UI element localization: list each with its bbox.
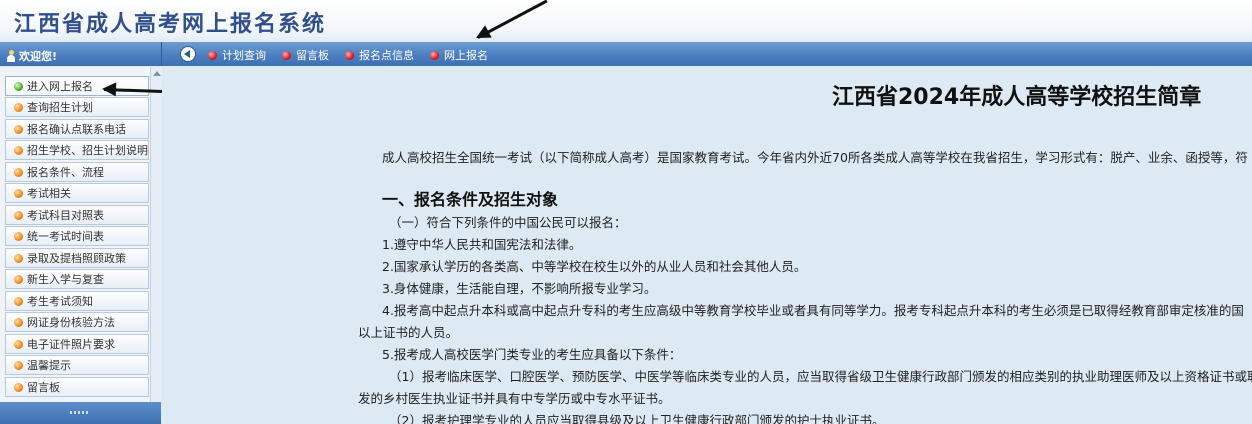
red-dot-icon — [208, 50, 217, 60]
sidebar-item-label: 考试科目对照表 — [27, 209, 104, 222]
orange-dot-icon — [14, 188, 23, 198]
scroll-up-icon[interactable] — [153, 71, 161, 76]
text-line: （一）符合下列条件的中国公民可以报名： — [389, 215, 627, 230]
sidebar-item-conditions[interactable]: 报名条件、流程 — [5, 162, 149, 182]
nav-label: 网上报名 — [444, 49, 488, 62]
orange-dot-icon — [14, 360, 23, 370]
nav-label: 留言板 — [296, 49, 329, 62]
nav-label: 报名点信息 — [359, 49, 414, 62]
text-line: 发的乡村医生执业证书并具有中专学历或中专水平证书。 — [358, 391, 671, 406]
text-line: （2）报考护理学专业的人员应当取得县级及以上卫生健康行政部门颁发的护士执业证书。 — [389, 413, 885, 424]
orange-dot-icon — [14, 253, 23, 263]
sidebar-item-label: 留言板 — [27, 381, 60, 394]
sidebar-item-label: 网证身份核验方法 — [27, 316, 115, 329]
page-title: 江西省2024年成人高等学校招生简章 — [832, 85, 1202, 110]
sidebar: 进入网上报名 查询招生计划 报名确认点联系电话 招生学校、招生计划说明 报名条件… — [0, 67, 162, 402]
orange-dot-icon — [14, 167, 23, 177]
orange-dot-icon — [14, 274, 23, 284]
text-line: 2.国家承认学历的各类高、中等学校在校生以外的从业人员和社会其他人员。 — [382, 259, 807, 274]
red-dot-icon — [282, 50, 291, 60]
sidebar-item-enrollment-review[interactable]: 新生入学与复查 — [5, 269, 149, 289]
sidebar-item-subject-table[interactable]: 考试科目对照表 — [5, 205, 149, 225]
sidebar-item-tips[interactable]: 温馨提示 — [5, 355, 149, 375]
welcome-bar: 欢迎您! — [0, 42, 162, 66]
sidebar-item-contact-phone[interactable]: 报名确认点联系电话 — [5, 119, 149, 139]
sidebar-item-label: 报名条件、流程 — [27, 166, 104, 179]
text-line: 5.报考成人高校医学门类专业的考生应具备以下条件： — [382, 347, 682, 362]
text-line: 1.遵守中华人民共和国宪法和法律。 — [382, 237, 582, 252]
sidebar-item-enter-registration[interactable]: 进入网上报名 — [5, 76, 149, 96]
orange-dot-icon — [14, 102, 23, 112]
sidebar-item-exam-schedule[interactable]: 统一考试时间表 — [5, 226, 149, 246]
red-dot-icon — [345, 50, 354, 60]
resize-grip-icon[interactable] — [70, 411, 90, 414]
sidebar-item-label: 新生入学与复查 — [27, 273, 104, 286]
sidebar-item-message-board[interactable]: 留言板 — [5, 377, 149, 397]
orange-dot-icon — [14, 317, 23, 327]
section-title: 一、报名条件及招生对象 — [382, 190, 559, 209]
sidebar-item-label: 电子证件照片要求 — [27, 338, 115, 351]
sidebar-item-exam-related[interactable]: 考试相关 — [5, 183, 149, 203]
orange-dot-icon — [14, 339, 23, 349]
text-line: 4.报考高中起点升本科或高中起点升专科的考生应高级中等教育学校毕业或者具有同等学… — [382, 303, 1244, 318]
welcome-label: 欢迎您! — [19, 50, 58, 63]
orange-dot-icon — [14, 124, 23, 134]
sidebar-item-label: 考生考试须知 — [27, 295, 93, 308]
text-line: （1）报考临床医学、口腔医学、预防医学、中医学等临床类专业的人员，应当取得省级卫… — [389, 369, 1252, 384]
sidebar-item-label: 温馨提示 — [27, 359, 71, 372]
main-content: 江西省2024年成人高等学校招生简章 成人高校招生全国统一考试（以下简称成人高考… — [162, 67, 1252, 424]
sidebar-item-label: 考试相关 — [27, 187, 71, 200]
site-header: 江西省成人高考网上报名系统 — [0, 0, 1252, 42]
sidebar-item-label: 招生学校、招生计划说明 — [27, 144, 148, 157]
sidebar-item-photo-requirements[interactable]: 电子证件照片要求 — [5, 334, 149, 354]
nav-label: 计划查询 — [222, 49, 266, 62]
red-dot-icon — [430, 50, 439, 60]
nav-message-board[interactable]: 留言板 — [282, 47, 329, 63]
orange-dot-icon — [14, 145, 23, 155]
sidebar-item-label: 统一考试时间表 — [27, 230, 104, 243]
orange-dot-icon — [14, 210, 23, 220]
sidebar-item-label: 查询招生计划 — [27, 101, 93, 114]
sidebar-item-label: 报名确认点联系电话 — [27, 123, 126, 136]
nav-registration-sites[interactable]: 报名点信息 — [345, 47, 414, 63]
green-dot-icon — [14, 81, 23, 91]
sidebar-item-id-verification[interactable]: 网证身份核验方法 — [5, 312, 149, 332]
sidebar-item-label: 录取及提档照顾政策 — [27, 252, 126, 265]
intro-paragraph: 成人高校招生全国统一考试（以下简称成人高考）是国家教育考试。今年省内外近70所各… — [382, 150, 1248, 165]
orange-dot-icon — [14, 382, 23, 392]
collapse-sidebar-icon[interactable] — [180, 46, 196, 62]
sidebar-scrollbar[interactable] — [150, 67, 162, 402]
sidebar-footer — [0, 402, 161, 424]
user-icon — [7, 50, 15, 62]
nav-plan-query[interactable]: 计划查询 — [208, 47, 266, 63]
sidebar-item-schools-plan[interactable]: 招生学校、招生计划说明 — [5, 140, 149, 160]
sidebar-item-exam-notice[interactable]: 考生考试须知 — [5, 291, 149, 311]
nav-online-registration[interactable]: 网上报名 — [430, 47, 488, 63]
text-line: 以上证书的人员。 — [358, 325, 459, 340]
top-nav: 计划查询 留言板 报名点信息 网上报名 — [208, 47, 488, 63]
sidebar-item-label: 进入网上报名 — [27, 80, 93, 93]
orange-dot-icon — [14, 231, 23, 241]
text-line: 3.身体健康，生活能自理，不影响所报专业学习。 — [382, 281, 657, 296]
site-title: 江西省成人高考网上报名系统 — [14, 11, 327, 37]
sidebar-item-plan-query[interactable]: 查询招生计划 — [5, 97, 149, 117]
top-nav-bar: 计划查询 留言板 报名点信息 网上报名 — [162, 42, 1252, 66]
orange-dot-icon — [14, 296, 23, 306]
sidebar-item-admission-policy[interactable]: 录取及提档照顾政策 — [5, 248, 149, 268]
welcome-text: 欢迎您! — [7, 48, 57, 64]
